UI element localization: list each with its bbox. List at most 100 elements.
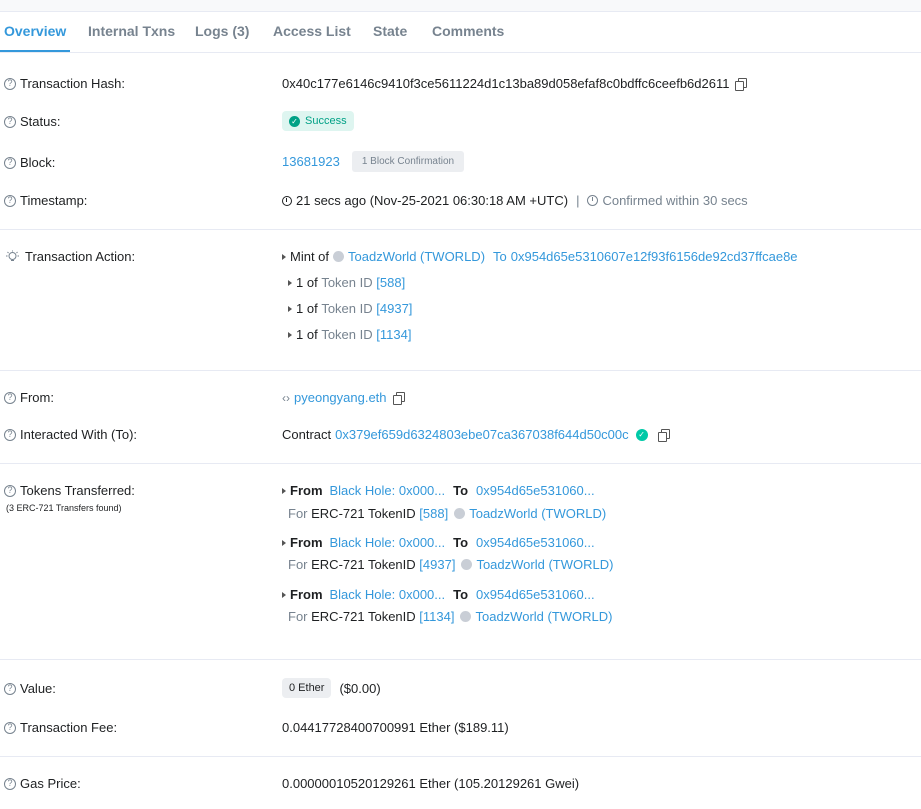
transfer-detail: For ERC-721 TokenID [1134] ToadzWorld (T… [288,609,613,624]
status-value: ✓ Success [282,111,354,131]
timestamp-label-text: Timestamp: [20,193,88,208]
fee-label: ? Transaction Fee: [4,720,117,735]
divider [0,370,921,371]
tab-internal-txns[interactable]: Internal Txns [88,23,175,39]
gas-price-text: 0.000000105201292­61 Ether (105.20129261… [282,776,580,791]
interacted-label: ? Interacted With (To): [4,427,137,442]
action-item-token-id-link[interactable]: [1134] [376,327,411,342]
caret-right-icon [288,331,292,338]
transfer-detail: For ERC-721 TokenID [588] ToadzWorld (TW… [288,506,606,521]
tx-action-label: Transaction Action: [4,249,135,264]
transfer-row: From Black Hole: 0x000... To 0x954d65e53… [282,483,595,498]
tx-hash-label-text: Transaction Hash: [20,76,126,91]
transfer-token-link[interactable]: ToadzWorld (TWORLD) [469,506,606,521]
timestamp-value: 21 secs ago (Nov-25-2021 06:30:18 AM +UT… [282,193,748,208]
tx-hash-text: 0x40c177e6146c9410f3ce5611224d1c13ba89d0… [282,76,730,91]
fee-label-text: Transaction Fee: [20,720,118,735]
to-label: To [493,249,507,264]
token-icon [460,611,472,622]
transfer-token-id-link[interactable]: [4937] [419,557,455,572]
timer-icon [587,195,599,206]
transfer-from-link[interactable]: Black Hole: 0x000... [330,483,446,498]
action-item-token-id-link[interactable]: [588] [376,275,405,290]
timestamp-label: ? Timestamp: [4,193,87,208]
tab-state[interactable]: State [373,23,407,39]
copy-icon[interactable] [392,391,405,405]
transfer-for-label: For [288,609,308,624]
clock-icon [282,195,292,206]
mint-prefix: Mint of [290,249,330,264]
interacted-label-text: Interacted With (To): [20,427,138,442]
from-label-text: From: [20,390,54,405]
transfer-to-label: To [453,535,469,550]
transfer-to-label: To [453,587,469,602]
transfer-token-link[interactable]: ToadzWorld (TWORLD) [476,557,613,572]
tab-logs[interactable]: Logs (3) [195,23,249,39]
check-circle-icon: ✓ [289,115,300,127]
help-icon: ? [4,682,16,695]
transfer-row: From Black Hole: 0x000... To 0x954d65e53… [282,535,595,550]
transfer-token-id-link[interactable]: [1134] [419,609,454,624]
token-name-link[interactable]: ToadzWorld (TWORLD) [348,249,485,264]
ether-value-badge: 0 Ether [282,678,332,698]
copy-icon[interactable] [735,77,748,91]
help-icon: ? [4,77,16,90]
action-item-1: 1 of Token ID [588] [288,275,405,290]
tx-action-main: Mint of ToadzWorld (TWORLD) To 0x954d65e… [282,249,798,264]
action-item-2: 1 of Token ID [4937] [288,301,412,316]
from-address-link[interactable]: pyeongyang.eth [294,390,387,405]
tokens-transferred-count: (3 ERC-721 Transfers found) [6,503,122,513]
action-item-token-id-link[interactable]: [4937] [376,301,412,316]
transfer-to-link[interactable]: 0x954d65e531060... [476,535,595,550]
tab-comments[interactable]: Comments [432,23,504,39]
tx-hash-value: 0x40c177e6146c9410f3ce5611224d1c13ba89d0… [282,76,748,91]
help-icon: ? [4,484,16,497]
divider [0,229,921,230]
tab-overview[interactable]: Overview [4,23,66,39]
transfer-from-link[interactable]: Black Hole: 0x000... [330,535,446,550]
contract-address-link[interactable]: 0x379ef659d6324803ebe07ca367038f644d50c0… [335,427,629,442]
ens-icon: ‹› [282,390,290,405]
action-item-token-label: Token ID [321,327,373,342]
action-item-of: of [306,327,318,342]
from-label: ? From: [4,390,54,405]
tx-hash-label: ? Transaction Hash: [4,76,125,91]
token-icon [333,251,345,262]
tab-access-list[interactable]: Access List [273,23,351,39]
help-icon: ? [4,194,16,207]
tx-action-label-text: Transaction Action: [25,249,136,264]
transfer-for-label: For [288,506,308,521]
transfer-to-link[interactable]: 0x954d65e531060... [476,483,595,498]
divider [0,659,921,660]
transfer-from-label: From [290,483,323,498]
transfer-from-link[interactable]: Black Hole: 0x000... [330,587,446,602]
transfer-for-label: For [288,557,308,572]
transfer-token-id-link[interactable]: [588] [419,506,448,521]
help-icon: ? [4,115,16,128]
transfer-from-label: From [290,587,323,602]
to-address-link[interactable]: 0x954d65e5310607e12f93f6156de92cd37ffcae… [511,249,798,264]
caret-right-icon [282,591,286,598]
confirmed-within-text: Confirmed within 30 secs [602,193,748,208]
usd-value-text: ($0.00) [339,680,381,696]
caret-right-icon [288,279,292,286]
value-value: 0 Ether ($0.00) [282,678,381,698]
gas-price-label: ? Gas Price: [4,776,81,791]
copy-icon[interactable] [657,428,670,442]
transfer-token-link[interactable]: ToadzWorld (TWORLD) [475,609,612,624]
block-number-link[interactable]: 13681923 [282,154,340,169]
transfer-from-label: From [290,535,323,550]
from-value: ‹› pyeongyang.eth [282,390,405,405]
divider [0,756,921,757]
top-bar [0,0,921,12]
block-value: 13681923 1 Block Confirmation [282,151,465,172]
caret-right-icon [288,305,292,312]
divider [0,463,921,464]
caret-right-icon [282,487,286,494]
gas-price-label-text: Gas Price: [20,776,81,791]
interacted-value: Contract 0x379ef659d6324803ebe07ca367038… [282,427,670,442]
action-item-of: of [306,301,318,316]
transfer-to-link[interactable]: 0x954d65e531060... [476,587,595,602]
action-item-of: of [306,275,318,290]
transfer-token-type: ERC-721 TokenID [311,609,416,624]
